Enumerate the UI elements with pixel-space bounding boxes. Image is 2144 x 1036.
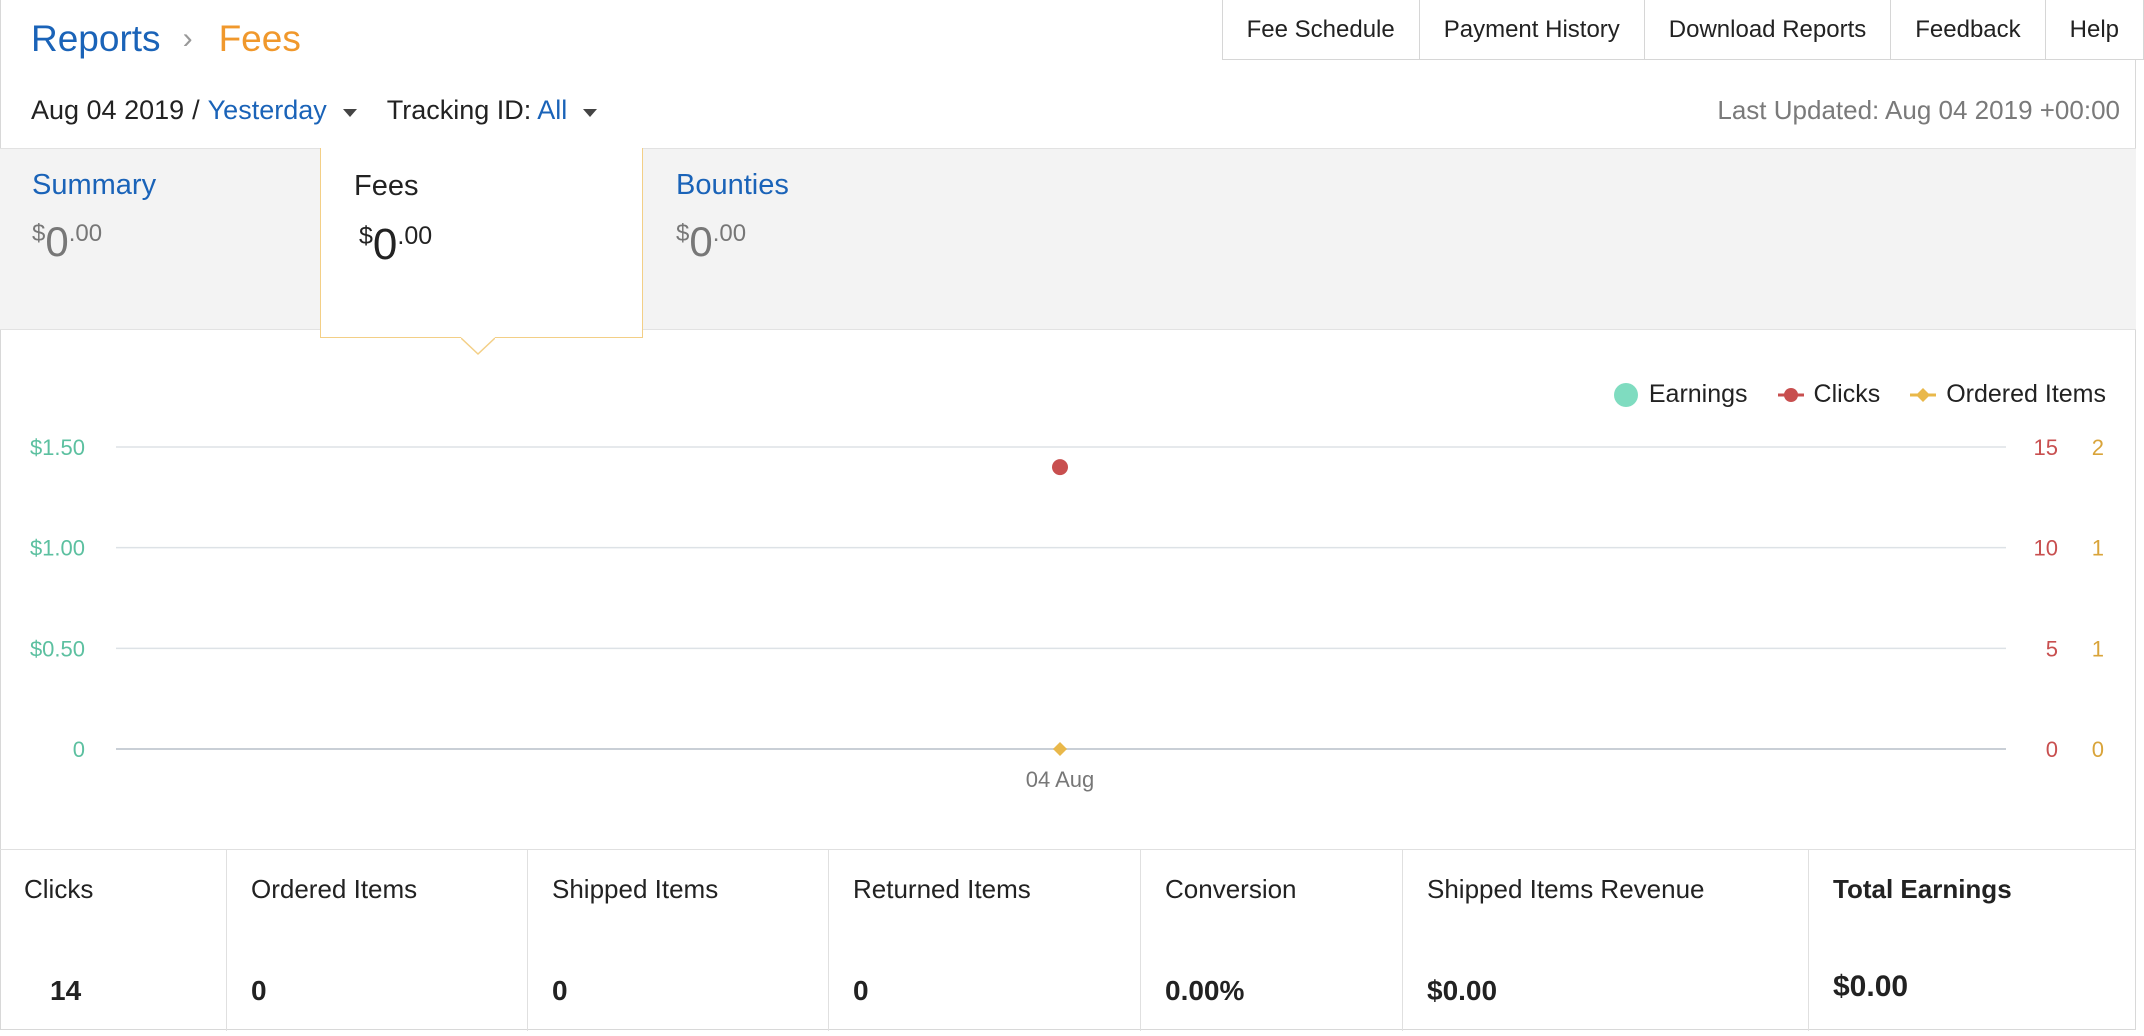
stat-value: 14 [50, 975, 82, 1006]
stat-label: Conversion [1165, 874, 1297, 904]
currency-symbol: $ [676, 220, 690, 247]
fee-schedule-button[interactable]: Fee Schedule [1221, 0, 1419, 60]
stat-returned-items: Returned Items 0 [829, 850, 1141, 1031]
legend-item-clicks[interactable]: Clicks [1777, 380, 1881, 409]
chevron-down-icon[interactable] [342, 108, 357, 117]
legend-label: Earnings [1648, 380, 1748, 408]
stat-value: 0 [853, 975, 869, 1006]
stat-ordered-items: Ordered Items 0 [227, 850, 528, 1031]
y-tick-clicks: 10 [2034, 536, 2058, 561]
download-reports-button[interactable]: Download Reports [1643, 0, 1891, 60]
stat-label: Clicks [24, 874, 94, 904]
y-tick-clicks: 5 [2046, 636, 2058, 661]
y-tick-earnings: 0 [73, 737, 85, 762]
stats-row: Clicks 14 Ordered Items 0 Shipped Items … [0, 849, 2136, 1031]
help-button[interactable]: Help [2044, 0, 2144, 60]
currency-symbol: $ [359, 222, 373, 250]
stat-total-earnings: Total Earnings $0.00 [1809, 850, 2136, 1031]
tracking-id-label: Tracking ID: [386, 95, 532, 125]
performance-chart: 0 0 0 $0.50 5 1 $1.00 10 1 $1.50 15 2 04 Aug [30, 435, 2104, 792]
fees-amount: $ 0 .00 [359, 220, 432, 270]
tracking-id-filter[interactable]: Tracking ID: All [387, 95, 598, 126]
stat-value: 0.00% [1165, 975, 1245, 1006]
stat-label: Shipped Items [552, 874, 719, 904]
chevron-down-icon[interactable] [583, 108, 598, 117]
breadcrumb: Reports › Fees [31, 18, 301, 60]
stat-label: Shipped Items Revenue [1427, 874, 1705, 904]
clicks-point [1052, 459, 1068, 476]
stat-conversion: Conversion 0.00% [1141, 850, 1403, 1031]
x-tick-label: 04 Aug [1026, 767, 1095, 792]
y-tick-ordered-items: 0 [2092, 737, 2104, 762]
amount-cents: .00 [68, 220, 103, 247]
tab-fees-active[interactable]: Fees $ 0 .00 [320, 148, 643, 338]
payment-history-button[interactable]: Payment History [1418, 0, 1644, 60]
legend-label: Clicks [1813, 380, 1881, 408]
amount-whole: 0 [45, 218, 69, 265]
stat-value: $0.00 [1427, 975, 1498, 1006]
earnings-marker-icon [1613, 382, 1638, 407]
page-title: Fees [218, 18, 301, 59]
tracking-id-dropdown[interactable]: All [537, 95, 567, 126]
stat-label: Ordered Items [251, 874, 418, 904]
tab-summary[interactable]: Summary $ 0 .00 [32, 169, 156, 266]
tab-fees-label[interactable]: Fees [354, 170, 418, 203]
y-tick-earnings: $1.00 [30, 536, 85, 561]
stat-clicks: Clicks 14 [0, 850, 227, 1031]
y-tick-ordered-items: 1 [2092, 636, 2104, 661]
summary-amount: $ 0 .00 [32, 218, 156, 266]
stat-value: 0 [251, 975, 267, 1006]
breadcrumb-separator-icon: › [182, 22, 193, 55]
feedback-button[interactable]: Feedback [1890, 0, 2045, 60]
chart-legend: Earnings Clicks Ordered Items [1583, 380, 2106, 409]
y-tick-ordered-items: 2 [2092, 435, 2104, 460]
y-tick-earnings: $1.50 [30, 435, 85, 460]
stat-value: 0 [552, 975, 568, 1006]
bounties-amount: $ 0 .00 [676, 218, 789, 266]
last-updated-text: Last Updated: Aug 04 2019 +00:00 [1717, 95, 2120, 125]
filter-bar: Aug 04 2019 / Yesterday Tracking ID: All [31, 95, 598, 126]
currency-symbol: $ [32, 220, 46, 247]
legend-item-ordered-items[interactable]: Ordered Items [1910, 380, 2106, 409]
y-tick-clicks: 15 [2034, 435, 2058, 460]
stat-label: Returned Items [853, 874, 1031, 904]
tab-bounties-label[interactable]: Bounties [676, 169, 789, 202]
ordered-items-marker-icon [1910, 387, 1937, 402]
amount-cents: .00 [712, 220, 747, 247]
amount-whole: 0 [689, 218, 713, 265]
date-range-dropdown[interactable]: Yesterday [208, 95, 327, 126]
breadcrumb-reports-link[interactable]: Reports [31, 18, 161, 60]
y-tick-ordered-items: 1 [2092, 536, 2104, 561]
stat-value: $0.00 [1833, 970, 1909, 1003]
clicks-marker-icon [1777, 387, 1804, 402]
amount-whole: 0 [372, 220, 398, 269]
stat-shipped-items: Shipped Items 0 [528, 850, 829, 1031]
tab-bounties[interactable]: Bounties $ 0 .00 [676, 169, 789, 266]
date-label: Aug 04 2019 [31, 95, 185, 125]
legend-label: Ordered Items [1946, 380, 2106, 408]
y-tick-earnings: $0.50 [30, 636, 85, 661]
amount-cents: .00 [397, 222, 433, 250]
active-tab-pointer-icon [461, 326, 495, 356]
y-tick-clicks: 0 [2046, 737, 2058, 762]
ordered-items-point [1053, 742, 1067, 756]
tab-summary-label[interactable]: Summary [32, 169, 156, 202]
legend-item-earnings[interactable]: Earnings [1613, 380, 1748, 409]
top-navigation: Fee Schedule Payment History Download Re… [1221, 0, 2144, 60]
stat-label: Total Earnings [1833, 874, 2012, 904]
stat-shipped-items-revenue: Shipped Items Revenue $0.00 [1403, 850, 1809, 1031]
date-separator: / [192, 95, 200, 125]
